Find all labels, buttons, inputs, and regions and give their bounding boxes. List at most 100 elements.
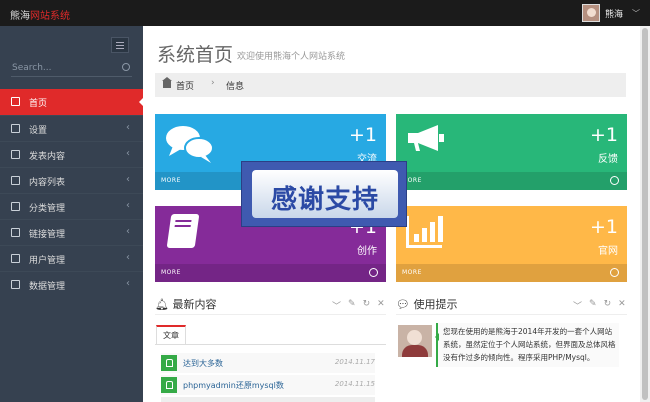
stat-tile-feedback[interactable]: +1 反馈 MORE <box>396 114 627 190</box>
folder-open-icon <box>11 228 20 237</box>
tile-more-link[interactable]: MORE <box>155 264 386 282</box>
logo-text-main: 熊海 <box>10 11 30 22</box>
chevron-down-icon: ﹀ <box>632 8 640 18</box>
bar-chart-icon <box>406 216 443 248</box>
chevron-left-icon: ‹ <box>126 174 130 185</box>
collapse-icon[interactable]: ﹀ <box>573 299 582 312</box>
sidebar-item-label: 用户管理 <box>29 256 66 266</box>
thanks-overlay-banner[interactable]: 感谢支持 <box>241 161 407 227</box>
avatar <box>581 4 600 22</box>
logo[interactable]: 熊海网站系统 <box>10 7 70 22</box>
tile-number: +1 <box>348 124 377 146</box>
breadcrumb-current: 信息 <box>226 82 245 92</box>
tile-more-label: MORE <box>161 269 181 276</box>
divider <box>396 314 627 315</box>
sidebar-item-links[interactable]: 链接管理 ‹ <box>0 219 143 245</box>
overlay-inner: 感谢支持 <box>252 170 398 218</box>
sidebar-item-label: 首页 <box>29 99 48 109</box>
list-item-title[interactable]: 达到大多数 <box>183 358 223 369</box>
tile-label: 创作 <box>357 246 377 257</box>
sidebar-item-label: 链接管理 <box>29 230 66 240</box>
tab-articles[interactable]: 文章 <box>156 325 186 344</box>
sidebar-item-label: 内容列表 <box>29 178 66 188</box>
list-item[interactable]: 达到大多数 2014.11.17 <box>161 353 375 373</box>
stat-tile-official[interactable]: +1 官网 MORE <box>396 206 627 282</box>
chevron-left-icon: ‹ <box>126 148 130 159</box>
breadcrumb: 首页 › 信息 <box>155 73 626 97</box>
tips-label: 使用提示 <box>413 298 458 311</box>
table-icon <box>11 176 20 185</box>
sidebar-search[interactable]: Search... <box>11 62 132 77</box>
list-item[interactable] <box>161 397 375 402</box>
divider <box>155 344 386 345</box>
list-item-date: 2014.11.15 <box>334 380 375 388</box>
tile-label: 反馈 <box>598 154 618 165</box>
list-item-date: 2014.11.17 <box>334 358 375 366</box>
sidebar-item-label: 发表内容 <box>29 152 66 162</box>
arrow-circle-right-icon <box>610 176 619 185</box>
close-icon[interactable]: ✕ <box>377 299 385 312</box>
tile-more-label: MORE <box>402 269 422 276</box>
sidebar-item-settings[interactable]: 设置 ‹ <box>0 115 143 141</box>
tips-title: 💬︎ 使用提示 <box>396 296 457 312</box>
sidebar-item-home[interactable]: 首页 <box>0 89 144 115</box>
sidebar-item-label: 数据管理 <box>29 282 66 292</box>
collapse-icon[interactable]: ﹀ <box>332 299 341 312</box>
reload-icon[interactable]: ↻ <box>363 299 371 312</box>
chevron-left-icon: ‹ <box>126 278 130 289</box>
sidebar-toggle-icon[interactable] <box>111 37 129 53</box>
bar-chart-icon <box>11 280 20 289</box>
list-item-title[interactable]: phpmyadmin还原mysql数 <box>183 380 284 391</box>
reload-icon[interactable]: ↻ <box>604 299 612 312</box>
bell-icon <box>161 355 177 371</box>
page-scrollbar[interactable] <box>640 26 650 402</box>
tile-number: +1 <box>589 216 618 238</box>
list-item[interactable]: phpmyadmin还原mysql数 2014.11.15 <box>161 375 375 395</box>
chevron-left-icon: ‹ <box>126 252 130 263</box>
sidebar-item-categories[interactable]: 分类管理 ‹ <box>0 193 143 219</box>
chevron-right-icon: › <box>211 78 215 88</box>
chevron-left-icon: ‹ <box>126 122 130 133</box>
cogs-icon <box>11 124 20 133</box>
arrow-circle-right-icon <box>610 268 619 277</box>
bullhorn-icon <box>408 125 444 151</box>
user-menu[interactable]: 熊海 ﹀ <box>581 3 640 23</box>
chevron-left-icon: ‹ <box>126 200 130 211</box>
overlay-text: 感谢支持 <box>270 185 379 215</box>
wrench-icon[interactable]: ✎ <box>348 299 356 312</box>
panel-controls: ﹀ ✎ ↻ ✕ <box>325 299 385 312</box>
book-icon <box>166 214 200 248</box>
sidebar-item-data[interactable]: 数据管理 ‹ <box>0 271 143 297</box>
tile-more-link[interactable]: MORE <box>396 172 627 190</box>
tip-message: 您现在使用的是熊海于2014年开发的一套个人网站系统，虽然定位于个人网站系统，但… <box>435 323 619 367</box>
comments-icon <box>166 126 214 163</box>
bell-icon <box>161 377 177 393</box>
latest-content-label: 最新内容 <box>172 298 217 311</box>
close-icon[interactable]: ✕ <box>618 299 626 312</box>
home-icon <box>162 77 172 88</box>
sidebar-item-content-list[interactable]: 内容列表 ‹ <box>0 167 143 193</box>
home-icon <box>11 97 20 106</box>
sidebar-item-label: 设置 <box>29 126 48 136</box>
page-title: 系统首页 <box>157 44 234 66</box>
user-icon <box>11 254 20 263</box>
sidebar-item-users[interactable]: 用户管理 ‹ <box>0 245 143 271</box>
bookmark-icon <box>11 150 20 159</box>
sidebar-item-publish[interactable]: 发表内容 ‹ <box>0 141 143 167</box>
tile-more-link[interactable]: MORE <box>396 264 627 282</box>
sidebar: Search... 首页 设置 ‹ 发表内容 ‹ 内容列表 ‹ 分类管理 ‹ 链… <box>0 26 144 402</box>
search-icon[interactable] <box>122 63 130 71</box>
tile-more-label: MORE <box>161 177 181 184</box>
divider <box>155 314 386 315</box>
chevron-left-icon: ‹ <box>126 226 130 237</box>
username: 熊海 <box>604 9 623 20</box>
avatar <box>398 325 432 357</box>
briefcase-icon <box>11 202 20 211</box>
comment-icon: 💬︎ <box>396 298 410 311</box>
search-input[interactable]: Search... <box>12 63 52 73</box>
panel-controls: ﹀ ✎ ↻ ✕ <box>566 299 626 312</box>
page-subtitle: 欢迎使用熊海个人网站系统 <box>237 52 346 62</box>
breadcrumb-home[interactable]: 首页 <box>176 79 194 92</box>
arrow-circle-right-icon <box>369 268 378 277</box>
wrench-icon[interactable]: ✎ <box>589 299 597 312</box>
